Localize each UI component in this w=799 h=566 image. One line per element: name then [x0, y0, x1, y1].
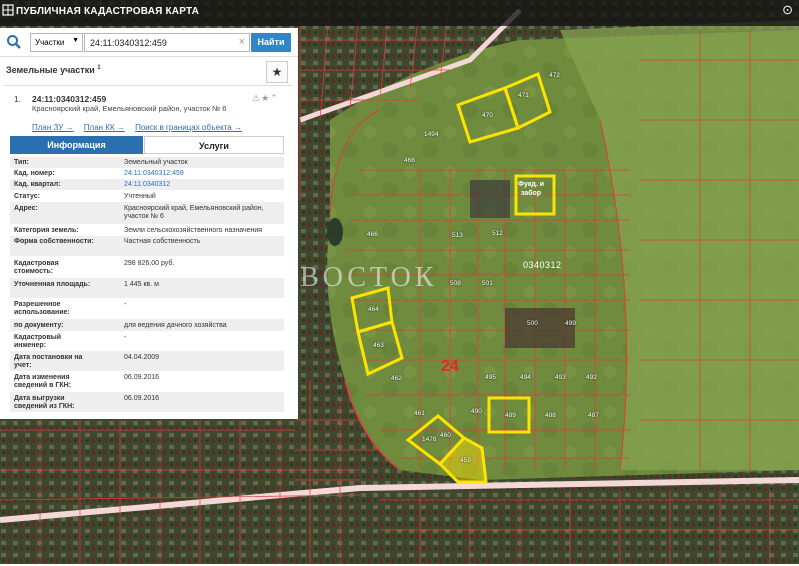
chevron-down-icon: ▼ [72, 37, 79, 44]
result-actions-icons[interactable]: ⚠★⌃ [252, 93, 279, 104]
tabs: Информация Услуги [10, 136, 284, 154]
cadastral-map[interactable]: ВОСТОК 0340312 24 Фукд. и забор 470 471 4… [0, 0, 799, 564]
result-links: План ЗУ → План КК → Поиск в границах объ… [32, 123, 292, 132]
result-count: 1 [97, 65, 101, 71]
panel-header: Земельные участки 1 [6, 65, 101, 75]
watermark: ВОСТОК [300, 262, 438, 293]
info-row: Кад. квартал: 24:11:0340312 [10, 179, 284, 190]
plot-label[interactable]: 500 [527, 320, 538, 327]
plot-label[interactable]: 464 [368, 306, 379, 313]
plot-label[interactable]: 490 [471, 408, 482, 415]
search-query: 24:11:0340312:459 [90, 38, 167, 48]
close-icon[interactable]: ⊙ [782, 2, 793, 18]
search-in-bounds-link[interactable]: Поиск в границах объекта → [135, 123, 242, 132]
plot-label[interactable]: 499 [565, 320, 576, 327]
map-logo-icon [2, 4, 14, 16]
info-row: по документу: для ведения дачного хозяйст… [10, 319, 284, 331]
district-label: 24 [441, 358, 459, 375]
info-row: Кадастровая стоимость: 298 826,00 руб. [14, 260, 175, 275]
favorite-star-icon[interactable]: ★ [266, 61, 288, 83]
plot-label[interactable]: 471 [518, 92, 529, 99]
quarter-number: 0340312 [523, 260, 562, 270]
search-input[interactable]: 24:11:0340312:459 × [84, 33, 250, 52]
plot-label[interactable]: 501 [482, 280, 493, 287]
plot-label[interactable]: 508 [450, 280, 461, 287]
plan-kk-link[interactable]: План КК → [84, 123, 125, 132]
plot-label[interactable]: 462 [391, 375, 402, 382]
plot-label[interactable]: 463 [373, 342, 384, 349]
plot-label[interactable]: 493 [555, 374, 566, 381]
plot-label[interactable]: 495 [485, 374, 496, 381]
info-row: Уточненная площадь: 1 445 кв. м [10, 278, 284, 298]
info-row: Форма собственности: Частная собственност… [10, 236, 284, 256]
info-row: Кадастровый инженер: - [14, 334, 127, 349]
search-bar: Участки ▼ 24:11:0340312:459 × Найти [0, 28, 298, 56]
search-type-select[interactable]: Участки ▼ [30, 33, 83, 52]
plan-zu-link[interactable]: План ЗУ → [32, 123, 74, 132]
plot-label[interactable]: 470 [482, 112, 493, 119]
search-type-label: Участки [35, 38, 65, 47]
plot-label[interactable]: 488 [545, 412, 556, 419]
info-row: Адрес: Красноярский край, Емельяновский р… [10, 202, 284, 224]
results-panel: Земельные участки 1 ★ 1. 24:11:0340312:4… [0, 56, 298, 419]
result-number[interactable]: 24:11:0340312:459 [32, 94, 106, 104]
app-title: ПУБЛИЧНАЯ КАДАСТРОВАЯ КАРТА [16, 6, 200, 17]
annotation-callout: Фукд. и забор [518, 181, 545, 197]
divider [4, 85, 292, 86]
tab-services[interactable]: Услуги [144, 136, 284, 154]
plot-label[interactable]: 1494 [424, 131, 438, 138]
plot-label[interactable]: 472 [549, 72, 560, 79]
plot-label[interactable]: 494 [520, 374, 531, 381]
plot-label[interactable]: 512 [492, 230, 503, 237]
plot-label[interactable]: 468 [404, 157, 415, 164]
plot-label[interactable]: 492 [586, 374, 597, 381]
result-index: 1. [14, 95, 21, 104]
plot-label[interactable]: 460 [440, 432, 451, 439]
info-row: Дата изменения сведений в ГКН: 06.09.2016 [14, 374, 160, 389]
plot-label[interactable]: 489 [505, 412, 516, 419]
info-row: Тип: Земельный участок [10, 157, 284, 168]
info-row: Дата постановки на учет: 04.04.2009 [10, 351, 284, 371]
top-bar: ПУБЛИЧНАЯ КАДАСТРОВАЯ КАРТА ⊙ [0, 0, 799, 26]
result-address: Красноярский край, Емельяновский район, … [32, 104, 227, 113]
clear-icon[interactable]: × [239, 36, 245, 48]
plot-label[interactable]: 466 [367, 231, 378, 238]
plot-label[interactable]: 1476 [422, 436, 436, 443]
info-row: Категория земель: Земли сельскохозяйствен… [14, 227, 263, 234]
find-button[interactable]: Найти [251, 33, 291, 52]
info-row: Дата выгрузки сведений из ГКН: 06.09.2016 [10, 392, 284, 412]
plot-label[interactable]: 459 [460, 457, 471, 464]
plot-label[interactable]: 487 [588, 412, 599, 419]
search-icon[interactable] [6, 34, 22, 50]
info-row: Разрешенное использование: - [14, 301, 127, 316]
info-row: Кад. номер: 24:11:0340312:459 [14, 170, 184, 177]
info-row: Статус: Учтенный [14, 193, 156, 200]
plot-label[interactable]: 461 [414, 410, 425, 417]
plot-label[interactable]: 513 [452, 232, 463, 239]
tab-info[interactable]: Информация [10, 136, 143, 154]
